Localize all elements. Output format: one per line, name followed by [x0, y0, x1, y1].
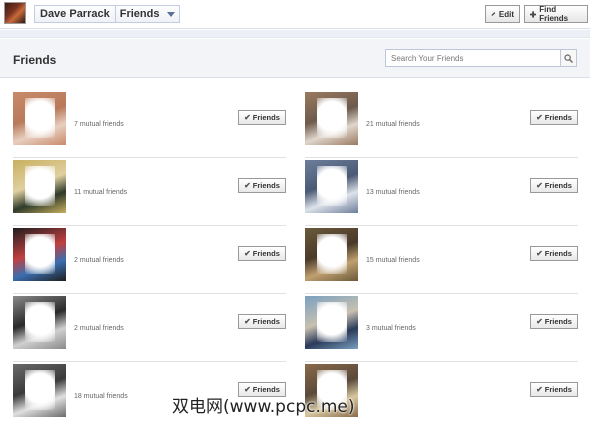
checkmark-icon: ✔: [536, 181, 543, 190]
friend-row: 13 mutual friends ✔ Friends: [305, 159, 578, 226]
checkmark-icon: ✔: [244, 249, 251, 258]
face-obscured-overlay: [25, 302, 55, 342]
search-box[interactable]: Search Your Friends: [385, 49, 577, 67]
checkmark-icon: ✔: [536, 113, 543, 122]
mutual-friends-link[interactable]: 2 mutual friends: [74, 325, 124, 332]
mutual-friends-link[interactable]: 3 mutual friends: [366, 325, 416, 332]
friends-status-button[interactable]: ✔ Friends: [238, 110, 286, 125]
friend-photo[interactable]: [13, 160, 66, 213]
edit-button-label: Edit: [498, 9, 514, 19]
profile-name-link[interactable]: Dave Parrack: [35, 6, 116, 22]
friends-button-label: Friends: [544, 385, 572, 394]
face-obscured-overlay: [25, 166, 55, 206]
friends-button-label: Friends: [544, 113, 572, 122]
find-friends-label: Find Friends: [539, 5, 569, 23]
friends-status-button[interactable]: ✔ Friends: [530, 110, 578, 125]
face-obscured-overlay: [317, 166, 347, 206]
plus-icon: [530, 10, 537, 18]
friends-status-button[interactable]: ✔ Friends: [530, 246, 578, 261]
mutual-friends-link[interactable]: 15 mutual friends: [366, 257, 420, 264]
friend-photo[interactable]: [13, 364, 66, 417]
friends-header: Friends Search Your Friends: [0, 39, 590, 78]
friend-photo[interactable]: [305, 92, 358, 145]
search-button[interactable]: [560, 50, 576, 66]
friends-button-label: Friends: [544, 317, 572, 326]
magnifier-icon: [564, 53, 573, 63]
checkmark-icon: ✔: [244, 181, 251, 190]
watermark: 双电网(www.pcpc.me): [172, 397, 355, 417]
face-obscured-overlay: [317, 98, 347, 138]
friends-button-label: Friends: [544, 181, 572, 190]
mutual-friends-link[interactable]: 7 mutual friends: [74, 121, 124, 128]
friend-row: 2 mutual friends ✔ Friends: [13, 295, 286, 362]
friends-button-label: Friends: [544, 249, 572, 258]
mutual-friends-link[interactable]: 2 mutual friends: [74, 257, 124, 264]
friends-button-label: Friends: [252, 113, 280, 122]
friend-photo[interactable]: [13, 92, 66, 145]
page-title: Friends: [13, 53, 57, 67]
friend-row: 7 mutual friends ✔ Friends: [13, 91, 286, 158]
find-friends-button[interactable]: Find Friends: [524, 5, 588, 23]
friend-photo[interactable]: [305, 296, 358, 349]
breadcrumb: Dave Parrack Friends: [34, 5, 181, 23]
checkmark-icon: ✔: [536, 317, 543, 326]
friend-row: 3 mutual friends ✔ Friends: [305, 295, 578, 362]
chevron-down-icon: [167, 11, 176, 17]
face-obscured-overlay: [317, 302, 347, 342]
mutual-friends-link[interactable]: 13 mutual friends: [366, 189, 420, 196]
top-bar: Dave Parrack Friends Edit Find Friends: [0, 0, 590, 29]
face-obscured-overlay: [25, 98, 55, 138]
friends-status-button[interactable]: ✔ Friends: [238, 178, 286, 193]
search-input[interactable]: Search Your Friends: [386, 54, 560, 63]
friends-status-button[interactable]: ✔ Friends: [530, 314, 578, 329]
friends-button-label: Friends: [252, 317, 280, 326]
friends-status-button[interactable]: ✔ Friends: [238, 246, 286, 261]
friend-photo[interactable]: [13, 296, 66, 349]
mutual-friends-link[interactable]: 21 mutual friends: [366, 121, 420, 128]
friends-status-button[interactable]: ✔ Friends: [238, 314, 286, 329]
face-obscured-overlay: [25, 370, 55, 410]
edit-button[interactable]: Edit: [485, 5, 520, 23]
face-obscured-overlay: [25, 234, 55, 274]
checkmark-icon: ✔: [536, 249, 543, 258]
face-obscured-overlay: [317, 234, 347, 274]
friends-status-button[interactable]: ✔ Friends: [530, 382, 578, 397]
friend-row: 2 mutual friends ✔ Friends: [13, 227, 286, 294]
section-label: Friends: [119, 8, 160, 20]
avatar[interactable]: [4, 2, 26, 24]
friend-row: 21 mutual friends ✔ Friends: [305, 91, 578, 158]
mutual-friends-link[interactable]: 18 mutual friends: [74, 393, 128, 400]
header-divider: [0, 30, 590, 38]
mutual-friends-link[interactable]: 11 mutual friends: [74, 189, 127, 196]
section-dropdown[interactable]: Friends: [116, 6, 180, 22]
friend-row: 11 mutual friends ✔ Friends: [13, 159, 286, 226]
friend-photo[interactable]: [305, 228, 358, 281]
friend-photo[interactable]: [13, 228, 66, 281]
checkmark-icon: ✔: [244, 113, 251, 122]
checkmark-icon: ✔: [536, 385, 543, 394]
checkmark-icon: ✔: [244, 317, 251, 326]
friends-button-label: Friends: [252, 249, 280, 258]
friends-button-label: Friends: [252, 181, 280, 190]
friend-row: 15 mutual friends ✔ Friends: [305, 227, 578, 294]
friends-status-button[interactable]: ✔ Friends: [530, 178, 578, 193]
friend-photo[interactable]: [305, 160, 358, 213]
pencil-icon: [491, 12, 496, 16]
